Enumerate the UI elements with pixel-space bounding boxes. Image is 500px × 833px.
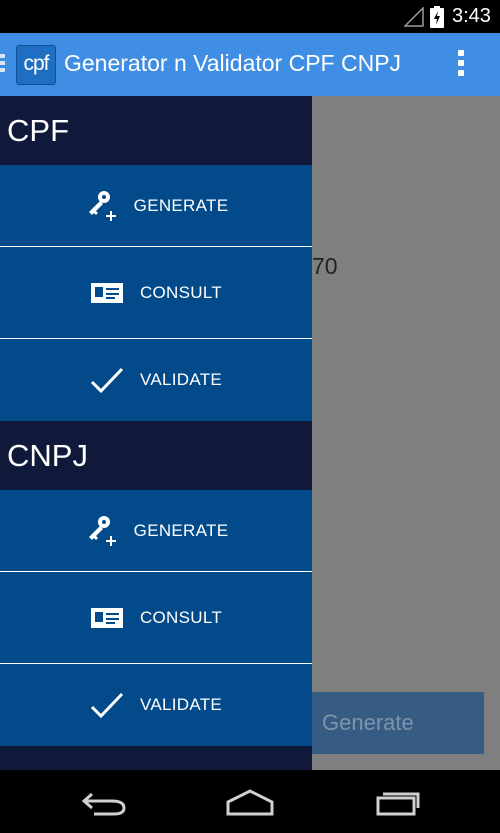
- section-header-cnpj: CNPJ: [0, 421, 312, 490]
- overflow-menu-icon[interactable]: [458, 50, 466, 80]
- cnpj-generate-label: GENERATE: [133, 520, 229, 540]
- cnpj-validate-item[interactable]: VALIDATE: [0, 664, 312, 746]
- home-icon[interactable]: [225, 788, 275, 821]
- generate-button[interactable]: Generate: [312, 692, 484, 754]
- battery-charging-icon: [430, 6, 444, 33]
- signal-icon: [403, 6, 424, 32]
- cnpj-consult-label: CONSULT: [139, 607, 223, 627]
- key-plus-icon: [84, 189, 118, 223]
- generated-value-text: 70: [312, 253, 338, 279]
- key-plus-icon: [84, 514, 118, 548]
- cpf-validate-item[interactable]: VALIDATE: [0, 339, 312, 421]
- cpf-validate-label: VALIDATE: [139, 370, 223, 389]
- navigation-drawer: CPF GENERATE CONSULT VALIDATE CNPJ GENER…: [0, 96, 312, 770]
- drawer-footer: [0, 746, 312, 770]
- cnpj-validate-label: VALIDATE: [139, 695, 223, 714]
- cpf-generate-label: GENERATE: [133, 195, 229, 215]
- cpf-consult-label: CONSULT: [139, 282, 223, 302]
- status-bar: 3:43: [0, 0, 500, 33]
- id-card-icon: [90, 607, 124, 629]
- cpf-consult-item[interactable]: CONSULT: [0, 247, 312, 339]
- cnpj-consult-item[interactable]: CONSULT: [0, 572, 312, 664]
- app-logo[interactable]: cpf: [16, 45, 56, 85]
- system-nav-bar: [0, 770, 500, 833]
- back-icon[interactable]: [80, 788, 128, 821]
- id-card-icon: [90, 282, 124, 304]
- recent-apps-icon[interactable]: [374, 788, 420, 821]
- cpf-generate-item[interactable]: GENERATE: [0, 165, 312, 247]
- checkmark-icon: [90, 691, 124, 719]
- drawer-toggle-icon[interactable]: [0, 54, 6, 75]
- action-bar: cpf Generator n Validator CPF CNPJ: [0, 33, 500, 96]
- cnpj-generate-item[interactable]: GENERATE: [0, 490, 312, 572]
- app-title: Generator n Validator CPF CNPJ: [64, 50, 402, 76]
- checkmark-icon: [90, 366, 124, 394]
- clock-time: 3:43: [452, 5, 491, 27]
- section-header-cpf: CPF: [0, 96, 312, 165]
